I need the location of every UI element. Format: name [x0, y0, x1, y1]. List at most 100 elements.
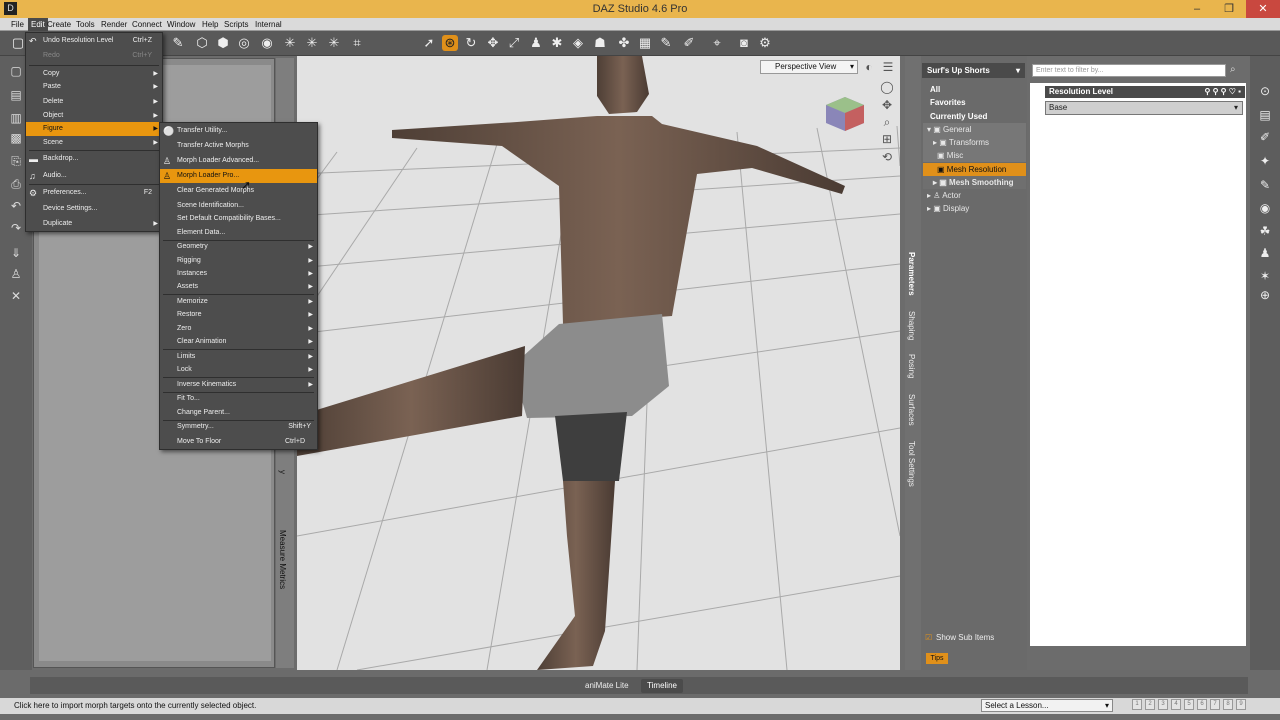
spotlight-icon[interactable]: ✳	[304, 35, 320, 51]
lesson-page[interactable]: 8	[1223, 699, 1233, 710]
filter-input[interactable]: Enter text to filter by...	[1032, 64, 1226, 77]
tab-animate-lite[interactable]: aniMate Lite	[585, 681, 629, 691]
menu-item-duplicate[interactable]: Duplicate ▶	[26, 217, 162, 231]
tab-shaping[interactable]: Shaping	[907, 311, 916, 340]
primitive-cylinder-icon[interactable]: ◉	[259, 35, 275, 51]
measure-icon[interactable]: ✎	[658, 35, 674, 51]
new-scene-icon[interactable]: ▢	[10, 35, 26, 51]
menu-item-limits[interactable]: Limits ▶	[160, 350, 317, 364]
node-weight-icon[interactable]: ✱	[549, 35, 565, 51]
save-icon[interactable]: ▩	[9, 131, 23, 145]
menu-internal[interactable]: Internal	[252, 18, 285, 31]
render-settings-icon[interactable]: ⚙	[757, 35, 773, 51]
menu-item-preferences[interactable]: ⚙ Preferences... F2	[26, 186, 162, 200]
new-icon[interactable]: ▢	[9, 64, 23, 78]
menu-window[interactable]: Window	[164, 18, 198, 31]
menu-item-undo[interactable]: ↶ Undo Resolution Level Ctrl+Z	[26, 34, 162, 48]
view-cube-icon[interactable]	[824, 95, 866, 133]
menu-item-figure[interactable]: Figure ▶	[26, 122, 162, 136]
menu-item-geometry[interactable]: Geometry ▶	[160, 240, 317, 254]
menu-tools[interactable]: Tools	[73, 18, 98, 31]
reset-view-icon[interactable]: ⟲	[880, 150, 894, 164]
perspective-view-dropdown[interactable]: Perspective View ▾	[760, 60, 858, 74]
joint-tool-icon[interactable]: ✎	[170, 35, 186, 51]
zoom-icon[interactable]: ⌕	[880, 115, 894, 129]
maximize-button[interactable]: ❐	[1214, 0, 1244, 18]
lights-icon[interactable]: ✶	[1258, 269, 1272, 283]
tab-posing[interactable]: Posing	[907, 354, 916, 378]
menu-item-delete[interactable]: Delete ▶	[26, 95, 162, 109]
tree-item-mesh-resolution[interactable]: ▣ Mesh Resolution	[923, 163, 1026, 176]
menu-file[interactable]: File	[8, 18, 27, 31]
weight-brush-icon[interactable]: ✐	[681, 35, 697, 51]
menu-item-memorize[interactable]: Memorize ▶	[160, 295, 317, 309]
pose-icon[interactable]: ✕	[9, 289, 23, 303]
menu-connect[interactable]: Connect	[129, 18, 165, 31]
minimize-button[interactable]: –	[1182, 0, 1212, 18]
menu-item-instances[interactable]: Instances ▶	[160, 267, 317, 281]
menu-item-assets[interactable]: Assets ▶	[160, 280, 317, 294]
menu-item-rigging[interactable]: Rigging ▶	[160, 254, 317, 268]
tree-item-actor[interactable]: ▸ ♙ Actor	[923, 189, 1026, 202]
tips-tab[interactable]: Tips	[926, 653, 948, 664]
camera-new-icon[interactable]: ✳	[326, 35, 342, 51]
drop-to-floor-icon[interactable]: ⇓	[9, 246, 23, 260]
lesson-page[interactable]: 3	[1158, 699, 1168, 710]
tab-partial[interactable]: y	[278, 470, 287, 474]
lesson-page[interactable]: 1	[1132, 699, 1142, 710]
menu-item-morph-loader-pro[interactable]: ♙ Morph Loader Pro...	[160, 169, 317, 183]
tree-item-transforms[interactable]: ▸ ▣ Transforms	[923, 136, 1026, 149]
tree-item-display[interactable]: ▸ ▣ Display	[923, 202, 1026, 215]
posing-icon[interactable]: ♟	[1258, 246, 1272, 260]
light-icon[interactable]: ✳	[282, 35, 298, 51]
select-arrow-icon[interactable]: ➚	[421, 35, 437, 51]
translate-tool-icon[interactable]: ✥	[485, 35, 501, 51]
lesson-page[interactable]: 7	[1210, 699, 1220, 710]
menu-scripts[interactable]: Scripts	[221, 18, 251, 31]
menu-item-paste[interactable]: Paste ▶	[26, 80, 162, 94]
search-icon[interactable]: ⌕	[1230, 64, 1236, 75]
primitive-sphere-icon[interactable]: ◎	[236, 35, 252, 51]
property-options-icon[interactable]: ⚲ ⚲ ⚲ ♡ ▪	[1205, 86, 1241, 98]
menu-item-morph-loader-advanced[interactable]: ♙ Morph Loader Advanced...	[160, 154, 317, 168]
tree-item-misc[interactable]: ▣ Misc	[923, 149, 1026, 162]
close-button[interactable]: ✕	[1246, 0, 1280, 18]
tab-parameters[interactable]: Parameters	[907, 252, 916, 296]
open-icon[interactable]: ▤	[9, 88, 23, 102]
category-all[interactable]: All	[923, 83, 1026, 96]
render-icon[interactable]: ◙	[736, 35, 752, 51]
menu-item-restore[interactable]: Restore ▶	[160, 308, 317, 322]
scale-tool-icon[interactable]: ⤢	[506, 35, 522, 51]
menu-item-change-parent[interactable]: Change Parent...	[160, 406, 317, 420]
menu-item-backdrop[interactable]: ▬ Backdrop...	[26, 152, 162, 166]
lesson-page[interactable]: 9	[1236, 699, 1246, 710]
pick-tool-icon[interactable]: ⌖	[709, 35, 725, 51]
pan-icon[interactable]: ✥	[880, 98, 894, 112]
menu-item-transfer-active-morphs[interactable]: Transfer Active Morphs	[160, 139, 317, 153]
lesson-selector[interactable]: Select a Lesson... ▾	[981, 699, 1113, 712]
menu-item-scene-identification[interactable]: Scene Identification...	[160, 199, 317, 213]
menu-item-element-data[interactable]: Element Data...	[160, 226, 317, 240]
geometry-edit-icon[interactable]: ✤	[616, 35, 632, 51]
help-icon[interactable]: ⊙	[1258, 84, 1272, 98]
redo-icon[interactable]: ↷	[9, 221, 23, 235]
tab-measure-metrics[interactable]: Measure Metrics	[278, 530, 287, 589]
menu-item-move-to-floor[interactable]: Move To Floor Ctrl+D	[160, 435, 317, 449]
primitive-cube-icon[interactable]: ⬡	[194, 35, 210, 51]
orbit-icon[interactable]: ◯	[880, 80, 894, 94]
menu-create[interactable]: Create	[44, 18, 74, 31]
draw-style-icon[interactable]: ◐	[862, 60, 876, 74]
menu-item-copy[interactable]: Copy ▶	[26, 67, 162, 81]
figure-icon[interactable]: ♙	[9, 267, 23, 281]
primitive-icon[interactable]: ⬢	[215, 35, 231, 51]
node-selector[interactable]: Surf's Up Shorts ▾	[922, 63, 1025, 78]
category-currently-used[interactable]: Currently Used	[923, 110, 1026, 123]
resolution-level-dropdown[interactable]: Base ▾	[1045, 101, 1243, 115]
frame-view-icon[interactable]: ⊞	[880, 132, 894, 146]
parameters-icon[interactable]: ✎	[1258, 178, 1272, 192]
tab-surfaces[interactable]: Surfaces	[907, 394, 916, 426]
tree-item-mesh-smoothing[interactable]: ▸ ▣ Mesh Smoothing	[923, 176, 1026, 189]
menu-render[interactable]: Render	[98, 18, 130, 31]
lesson-page[interactable]: 5	[1184, 699, 1194, 710]
tab-timeline[interactable]: Timeline	[641, 679, 683, 693]
